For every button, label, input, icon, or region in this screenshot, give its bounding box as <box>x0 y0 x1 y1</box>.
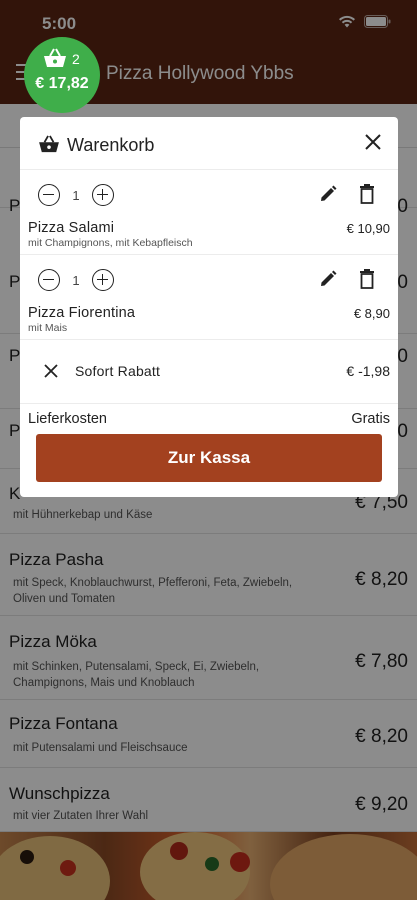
item-quantity: 1 <box>72 272 80 288</box>
basket-icon <box>43 48 67 73</box>
quantity-stepper: 1 <box>38 184 114 206</box>
delivery-row: Lieferkosten Gratis <box>20 403 398 433</box>
x-icon[interactable] <box>42 362 60 385</box>
plus-icon[interactable] <box>92 269 114 291</box>
trash-icon[interactable] <box>358 268 376 295</box>
cart-item-price: € 10,90 <box>346 221 390 236</box>
cart-total: € 17,82 <box>35 75 89 92</box>
delivery-label: Lieferkosten <box>28 411 107 427</box>
cart-title: Warenkorb <box>67 135 155 155</box>
delivery-value: Gratis <box>351 411 390 427</box>
cart-modal: Warenkorb 1 Pizza Salami mit Champignons… <box>20 117 398 497</box>
quantity-stepper: 1 <box>38 269 114 291</box>
checkout-button[interactable]: Zur Kassa <box>36 434 382 482</box>
close-icon[interactable] <box>362 131 384 153</box>
trash-icon[interactable] <box>358 183 376 210</box>
minus-icon[interactable] <box>38 269 60 291</box>
cart-bubble[interactable]: 2 € 17,82 <box>24 37 100 113</box>
plus-icon[interactable] <box>92 184 114 206</box>
cart-header: Warenkorb <box>20 117 398 169</box>
cart-item-description: mit Mais <box>28 322 68 334</box>
cart-item-name: Pizza Fiorentina <box>28 305 136 321</box>
discount-value: € -1,98 <box>346 363 390 379</box>
item-quantity: 1 <box>72 187 80 203</box>
cart-count: 2 <box>72 51 80 67</box>
basket-icon <box>38 135 60 158</box>
discount-label: Sofort Rabatt <box>75 363 161 379</box>
cart-item-name: Pizza Salami <box>28 220 115 236</box>
cart-item: 1 Pizza Salami mit Champignons, mit Keba… <box>20 169 398 254</box>
cart-item-price: € 8,90 <box>353 306 390 321</box>
cart-item-description: mit Champignons, mit Kebapfleisch <box>28 237 193 249</box>
pencil-icon[interactable] <box>318 269 338 294</box>
cart-item: 1 Pizza Fiorentina mit Mais € 8,90 <box>20 254 398 339</box>
pencil-icon[interactable] <box>318 184 338 209</box>
minus-icon[interactable] <box>38 184 60 206</box>
discount-row: Sofort Rabatt € -1,98 <box>20 339 398 403</box>
